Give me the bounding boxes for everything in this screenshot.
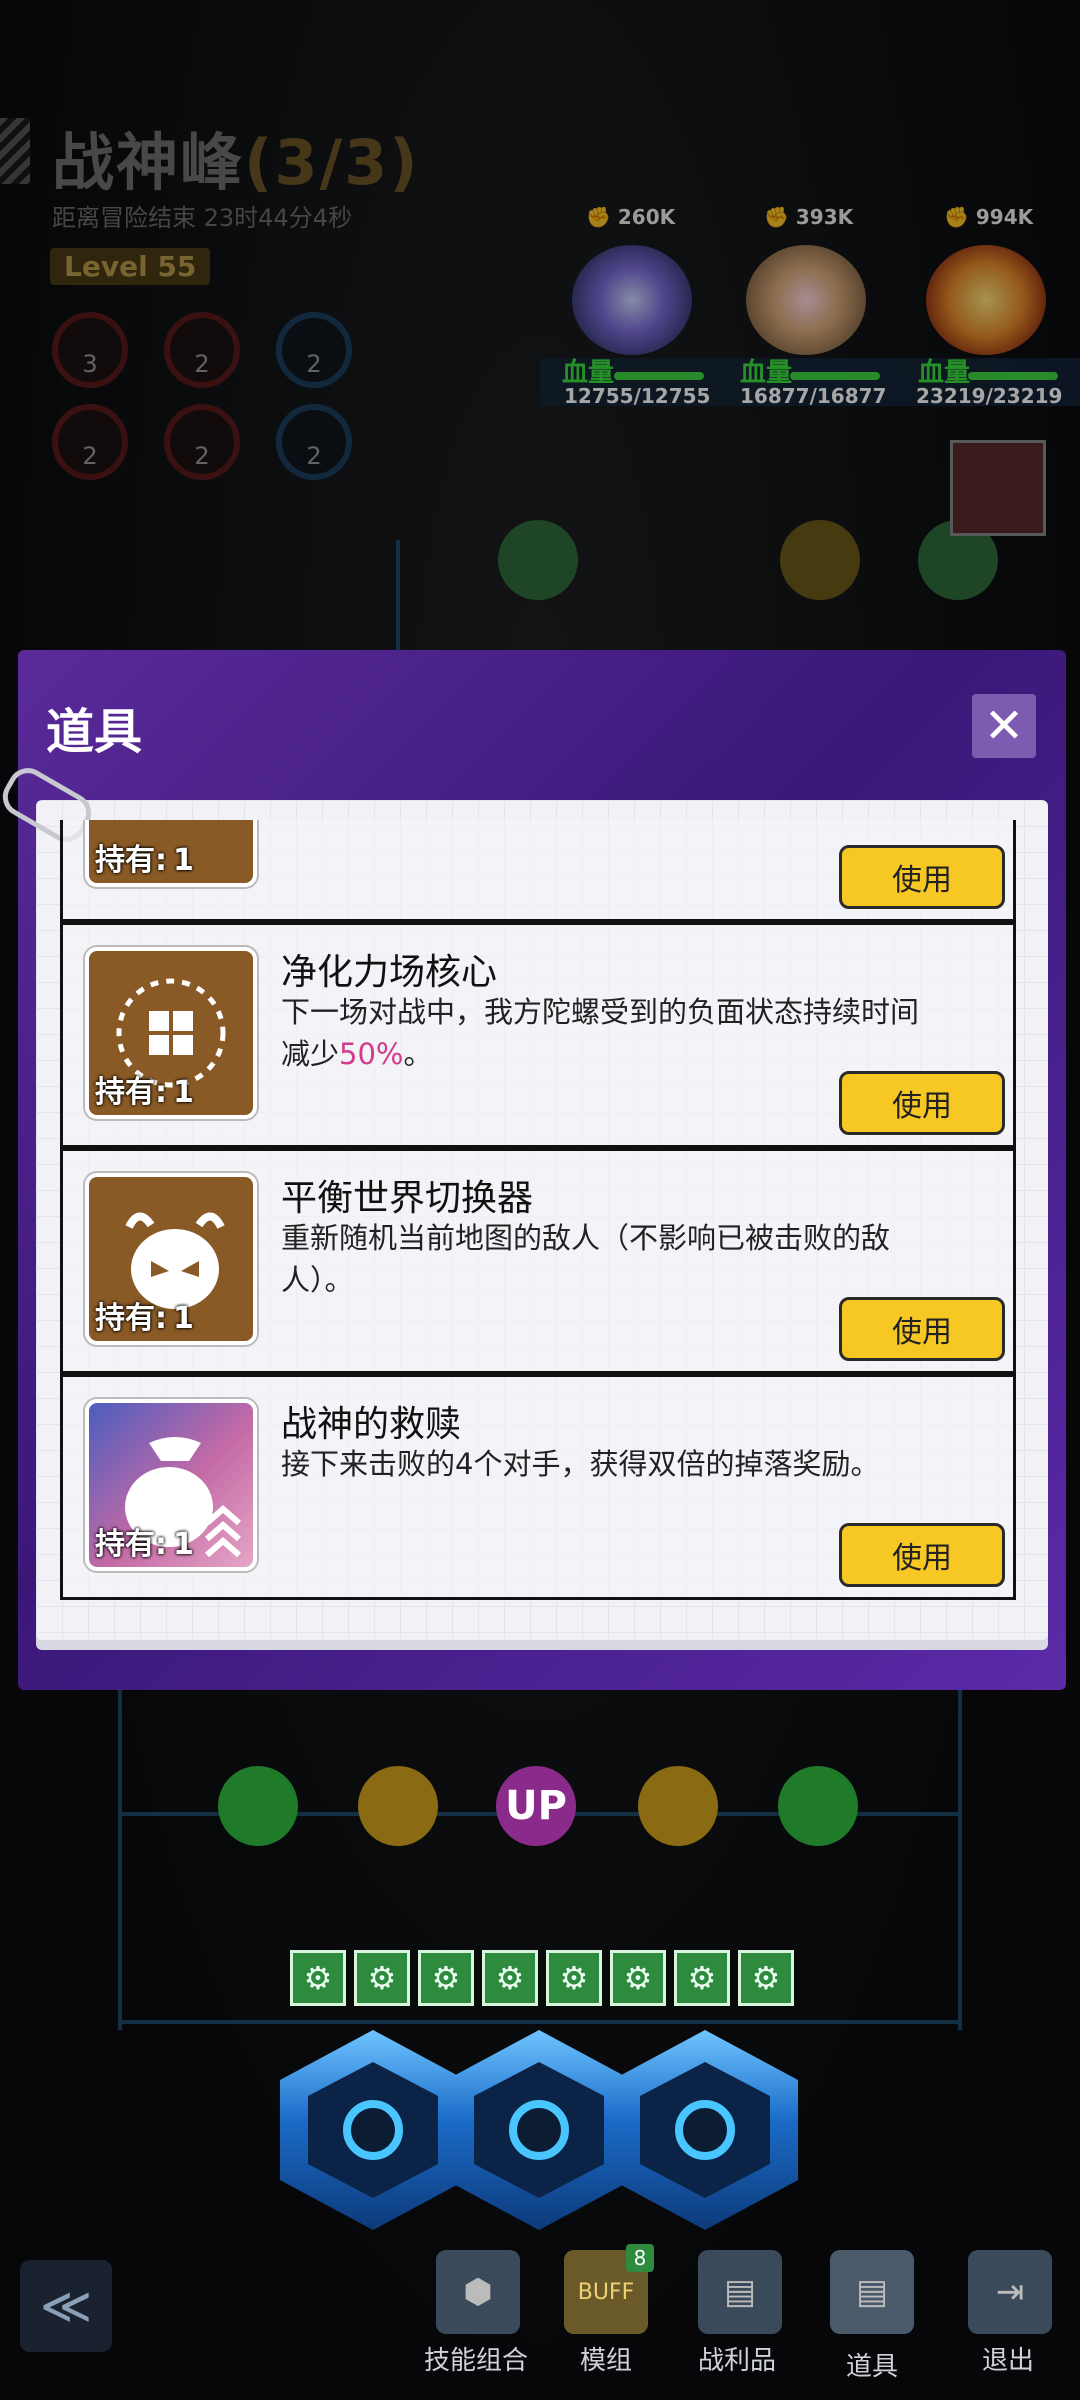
loot-icon: ▤ — [723, 2272, 757, 2312]
items-icon: ▤ — [855, 2272, 889, 2312]
back-button[interactable]: ≪ — [20, 2260, 112, 2352]
owned-count: 持有: 1 — [95, 1527, 194, 1562]
item-name: 平衡世界切换器 — [281, 1178, 534, 1219]
nav-label: 模组 — [580, 2346, 633, 2376]
map-node[interactable] — [218, 1766, 298, 1846]
close-button[interactable]: ✕ — [972, 694, 1036, 758]
owned-count: 持有: 1 — [95, 1075, 194, 1110]
nav-label: 道具 — [846, 2352, 899, 2382]
owned-count: 持有: 1 — [95, 843, 194, 878]
use-button[interactable]: 使用 — [839, 845, 1005, 909]
gear-icon: ⚙ — [290, 1950, 346, 2006]
loot-button[interactable]: ▤ — [698, 2250, 782, 2334]
gear-icon: ⚙ — [546, 1950, 602, 2006]
gear-icon: ⚙ — [482, 1950, 538, 2006]
nav-label: 退出 — [982, 2346, 1035, 2376]
item-description: 下一场对战中，我方陀螺受到的负面状态持续时间减少50%。 — [281, 995, 920, 1071]
module-icon: BUFF — [577, 2279, 635, 2305]
skill-combo-icon: ⬢ — [463, 2272, 493, 2312]
gear-icon: ⚙ — [354, 1950, 410, 2006]
nav-label: 战利品 — [698, 2346, 777, 2376]
item-card: 持有: 1 平衡世界切换器 重新随机当前地图的敌人（不影响已被击败的敌人）。 使用 — [60, 1148, 1016, 1374]
map-node[interactable] — [358, 1766, 438, 1846]
use-button[interactable]: 使用 — [839, 1071, 1005, 1135]
core-icon — [343, 2100, 403, 2160]
map-node[interactable] — [638, 1766, 718, 1846]
redemption-bag-icon: 持有: 1 — [85, 1399, 257, 1571]
use-button[interactable]: 使用 — [839, 1297, 1005, 1361]
owned-count: 持有: 1 — [95, 1301, 194, 1336]
skill-combo-button[interactable]: ⬢ — [436, 2250, 520, 2334]
exit-icon: ⇥ — [995, 2272, 1025, 2312]
map-node-up[interactable]: UP — [496, 1766, 576, 1846]
world-switcher-icon: 持有: 1 — [85, 1173, 257, 1345]
item-name: 战神的救赎 — [281, 1404, 462, 1445]
nav-label: 技能组合 — [424, 2346, 529, 2376]
module-badge: 8 — [626, 2244, 654, 2272]
items-button[interactable]: ▤ — [830, 2250, 914, 2334]
gear-icon: ⚙ — [610, 1950, 666, 2006]
gear-icon: ⚙ — [674, 1950, 730, 2006]
purify-core-icon: 持有: 1 — [85, 947, 257, 1119]
up-label: UP — [505, 1783, 567, 1829]
modal-title: 道具 — [46, 704, 143, 760]
core-icon — [509, 2100, 569, 2160]
item-name: 净化力场核心 — [281, 952, 498, 993]
close-icon: ✕ — [983, 698, 1025, 754]
gear-icon: ⚙ — [418, 1950, 474, 2006]
use-button[interactable]: 使用 — [839, 1523, 1005, 1587]
core-icon — [675, 2100, 735, 2160]
item-card: 持有: 1 净化力场核心 下一场对战中，我方陀螺受到的负面状态持续时间减少50%。… — [60, 922, 1016, 1148]
item-description: 重新随机当前地图的敌人（不影响已被击败的敌人）。 — [281, 1221, 891, 1297]
exit-button[interactable]: ⇥ — [968, 2250, 1052, 2334]
chevron-left-icon: ≪ — [39, 2277, 93, 2335]
item-description: 接下来击败的4个对手，获得双倍的掉落奖励。 — [281, 1447, 880, 1481]
item-icon: 持有: 1 — [85, 820, 257, 887]
item-card: 持有: 1 战神的救赎 接下来击败的4个对手，获得双倍的掉落奖励。 使用 — [60, 1374, 1016, 1600]
gear-icon: ⚙ — [738, 1950, 794, 2006]
map-node[interactable] — [778, 1766, 858, 1846]
item-list[interactable]: 持有:1 球。 使用 持有:1 净化力场核心 下一场对战中，我方陀螺受到的负面状… — [42, 820, 1036, 1610]
item-card: 持有:1 球。 使用 — [60, 820, 1016, 922]
